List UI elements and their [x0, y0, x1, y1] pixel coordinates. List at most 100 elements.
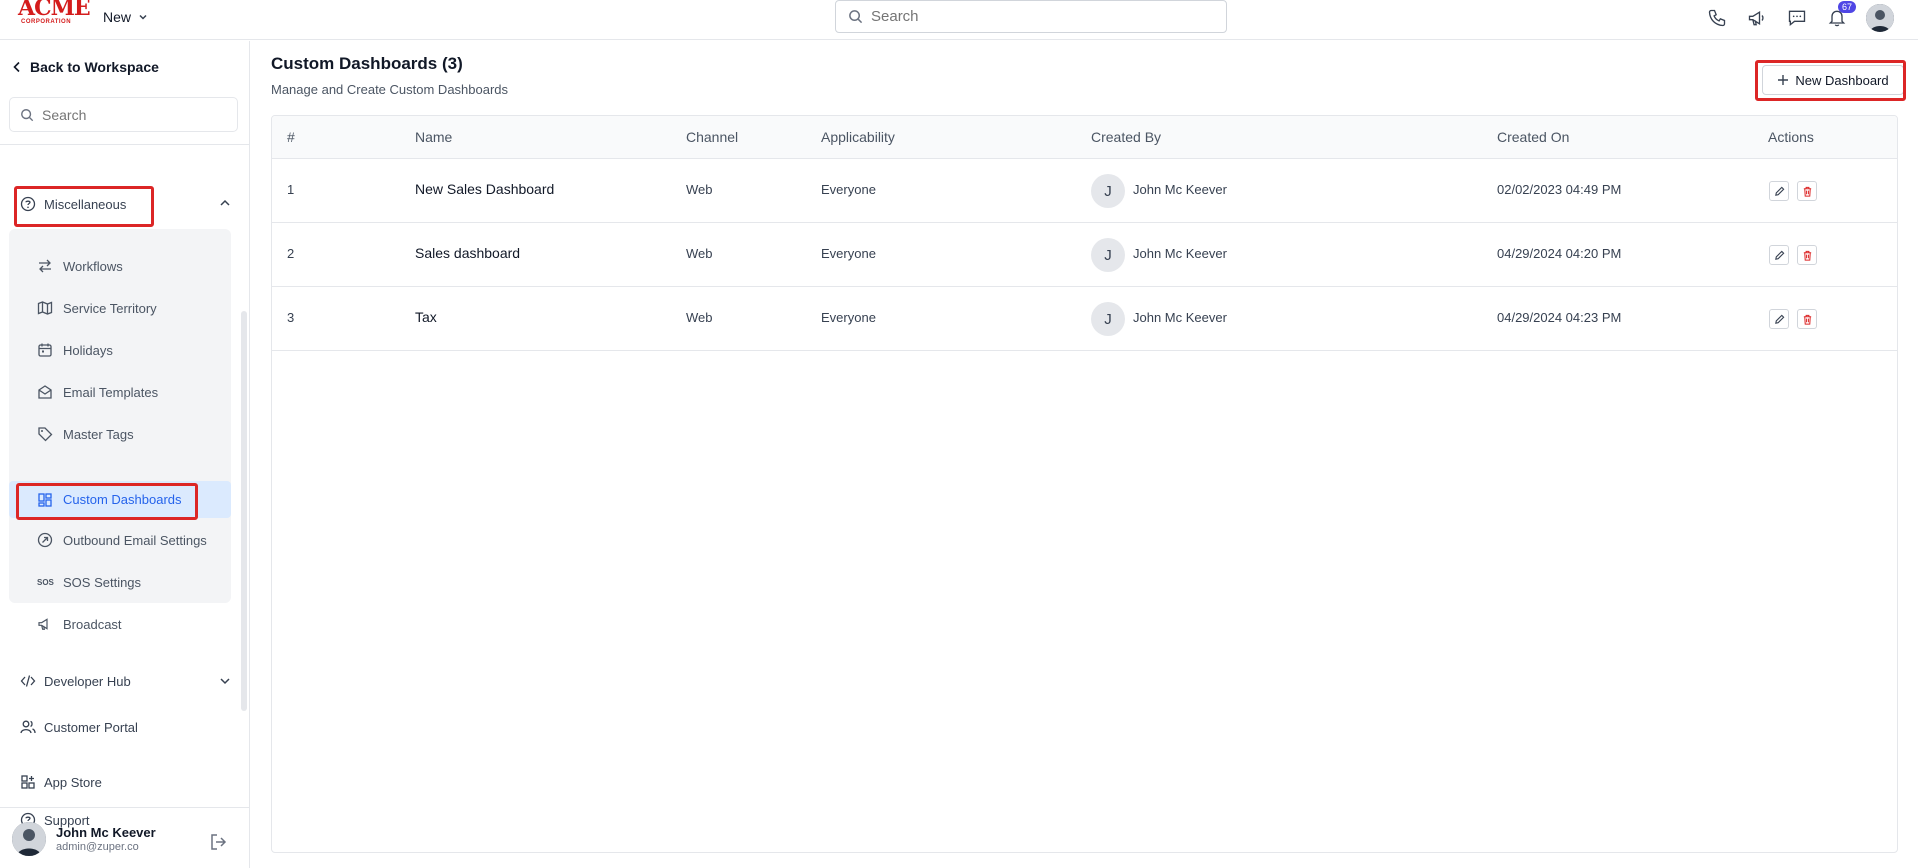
logout-icon[interactable] — [209, 832, 229, 852]
sidebar-item-label: Custom Dashboards — [63, 492, 182, 507]
dashboard-channel: Web — [686, 182, 713, 197]
sidebar-scrollbar[interactable] — [241, 311, 247, 711]
sidebar-item-label: Service Territory — [63, 300, 157, 316]
page-subtitle: Manage and Create Custom Dashboards — [271, 82, 509, 97]
column-header-name: Name — [415, 129, 453, 145]
bell-icon[interactable]: 67 — [1826, 1, 1856, 29]
back-to-workspace-label: Back to Workspace — [30, 59, 159, 75]
created-by-name: John Mc Keever — [1133, 182, 1227, 197]
column-header-channel: Channel — [686, 129, 739, 145]
envelope-icon — [38, 385, 52, 399]
sidebar-item-label: Email Templates — [63, 384, 159, 400]
sidebar-divider — [0, 144, 250, 145]
pencil-icon — [1774, 250, 1784, 260]
sidebar-item-custom-dashboards[interactable]: Custom Dashboards — [9, 481, 231, 518]
sidebar-item-label: App Store — [44, 774, 102, 790]
pencil-icon — [1774, 186, 1784, 196]
created-on-date: 04/29/2024 04:23 PM — [1497, 310, 1622, 325]
search-icon — [21, 108, 34, 121]
global-search-input[interactable] — [871, 8, 1201, 25]
table-row[interactable]: 2 Sales dashboard Web Everyone J John Mc… — [272, 223, 1897, 287]
table-row[interactable]: 1 New Sales Dashboard Web Everyone J Joh… — [272, 159, 1897, 223]
search-icon — [849, 10, 863, 24]
chat-icon[interactable] — [1786, 7, 1808, 29]
dashboard-channel: Web — [686, 310, 713, 325]
delete-button[interactable] — [1797, 181, 1817, 201]
user-profile[interactable]: John Mc Keever admin@zuper.co — [12, 822, 156, 856]
column-header-number: # — [287, 129, 295, 145]
map-icon — [37, 301, 53, 315]
column-header-applicability: Applicability — [821, 129, 895, 145]
sidebar-item-holidays[interactable]: Holidays — [9, 331, 231, 369]
dashboard-icon — [38, 492, 52, 507]
pencil-icon — [1774, 314, 1784, 324]
dashboard-applicability: Everyone — [821, 182, 876, 197]
table-row[interactable]: 3 Tax Web Everyone J John Mc Keever 04/2… — [272, 287, 1897, 351]
dashboard-name[interactable]: Sales dashboard — [415, 245, 520, 261]
top-bar: ACME CORPORATION New 67 — [0, 0, 1918, 40]
sidebar-search-input[interactable] — [42, 106, 222, 123]
chevron-down-icon — [220, 678, 230, 685]
sidebar-item-master-tags[interactable]: Master Tags — [9, 415, 231, 453]
sidebar-item-service-territory[interactable]: Service Territory — [9, 289, 231, 327]
avatar — [12, 822, 46, 856]
edit-button[interactable] — [1769, 245, 1789, 265]
sidebar-item-email-templates[interactable]: Email Templates — [9, 373, 231, 411]
dashboard-applicability: Everyone — [821, 310, 876, 325]
sidebar-item-label: Developer Hub — [44, 673, 131, 689]
app-grid-icon — [21, 775, 35, 789]
logo-text: ACME — [18, 0, 91, 21]
acme-logo[interactable]: ACME CORPORATION — [18, 0, 91, 28]
sidebar-item-customer-portal[interactable]: Customer Portal — [14, 712, 226, 742]
avatar: J — [1091, 174, 1125, 208]
sidebar-item-label: Holidays — [63, 342, 113, 358]
plus-icon — [1778, 75, 1789, 85]
sidebar-bottom-divider — [0, 807, 250, 808]
row-number: 2 — [287, 246, 295, 261]
new-menu-button[interactable]: New — [103, 7, 149, 27]
edit-button[interactable] — [1769, 309, 1789, 329]
dashboard-channel: Web — [686, 246, 713, 261]
outbound-icon — [37, 532, 53, 548]
sidebar: Back to Workspace Miscellaneous Workflow… — [0, 41, 250, 868]
delete-button[interactable] — [1797, 245, 1817, 265]
notification-badge: 67 — [1837, 1, 1856, 13]
sidebar-item-app-store[interactable]: App Store — [14, 767, 226, 797]
dashboards-table: # Name Channel Applicability Created By … — [271, 115, 1898, 853]
calendar-icon — [38, 343, 52, 357]
row-number: 1 — [287, 182, 295, 197]
profile-avatar[interactable] — [1866, 4, 1894, 32]
global-search[interactable] — [835, 0, 1227, 33]
back-to-workspace-link[interactable]: Back to Workspace — [12, 59, 159, 75]
new-dashboard-button[interactable]: New Dashboard — [1762, 65, 1904, 95]
help-circle-icon — [20, 196, 36, 212]
page-title: Custom Dashboards (3) — [271, 54, 463, 73]
created-by-name: John Mc Keever — [1133, 310, 1227, 325]
dashboard-name[interactable]: Tax — [415, 309, 437, 325]
dashboard-name[interactable]: New Sales Dashboard — [415, 181, 554, 197]
sidebar-item-label: Broadcast — [63, 616, 122, 632]
sidebar-item-developer-hub[interactable]: Developer Hub — [14, 666, 230, 696]
user-name: John Mc Keever — [56, 825, 156, 840]
avatar: J — [1091, 302, 1125, 336]
sidebar-item-label: Master Tags — [63, 426, 134, 442]
users-icon — [20, 720, 36, 734]
chevron-left-icon — [13, 61, 20, 73]
user-email: admin@zuper.co — [56, 841, 139, 853]
tag-icon — [38, 427, 53, 442]
phone-icon[interactable] — [1706, 7, 1728, 29]
megaphone-icon[interactable] — [1746, 7, 1768, 29]
sidebar-section-miscellaneous[interactable]: Miscellaneous — [14, 186, 230, 222]
sidebar-item-broadcast[interactable]: Broadcast — [9, 605, 231, 643]
created-on-date: 02/02/2023 04:49 PM — [1497, 182, 1622, 197]
sidebar-item-sos-settings[interactable]: SOS SOS Settings — [9, 563, 231, 601]
edit-button[interactable] — [1769, 181, 1789, 201]
chevron-down-icon — [139, 14, 147, 20]
dashboard-applicability: Everyone — [821, 246, 876, 261]
sidebar-item-workflows[interactable]: Workflows — [9, 247, 231, 285]
new-dashboard-label: New Dashboard — [1795, 72, 1889, 88]
sidebar-search[interactable] — [9, 97, 238, 132]
sidebar-item-outbound-email-settings[interactable]: Outbound Email Settings — [9, 521, 231, 559]
delete-button[interactable] — [1797, 309, 1817, 329]
chevron-up-icon — [220, 199, 230, 206]
